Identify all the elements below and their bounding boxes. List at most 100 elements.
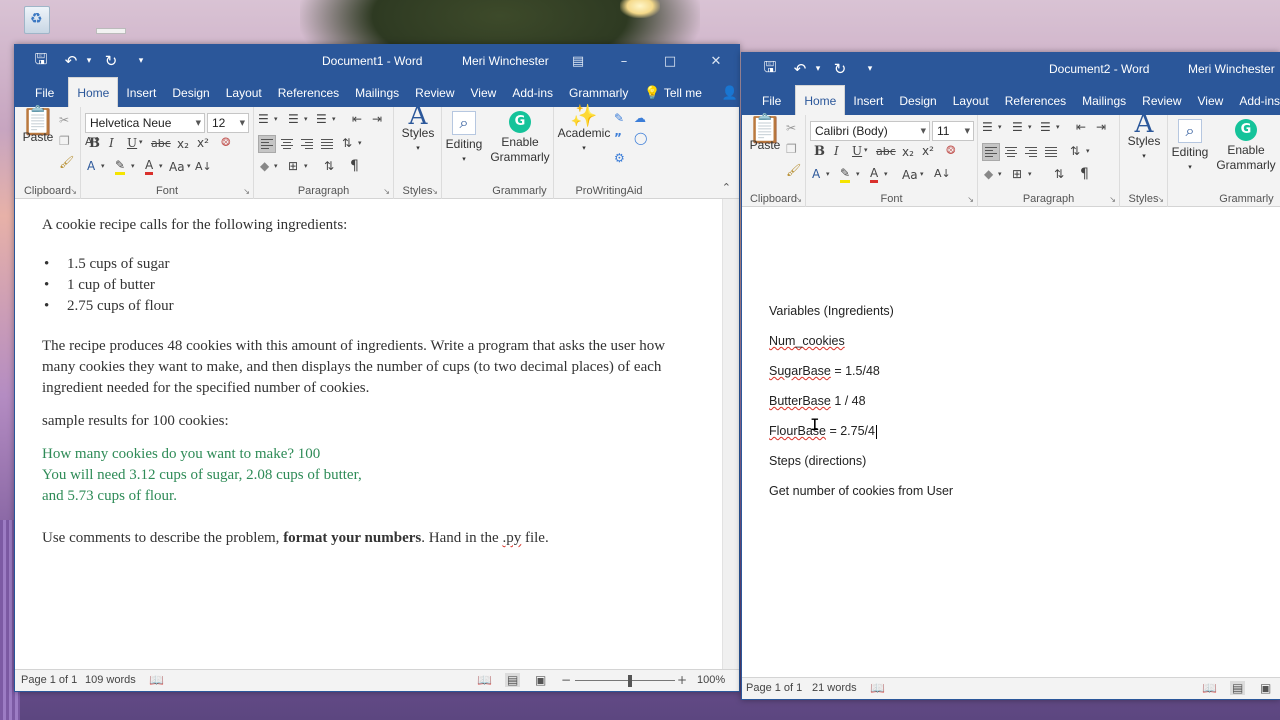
numbering-dropdown-icon[interactable]: ▾ (304, 115, 308, 123)
pilcrow-icon[interactable]: ¶ (350, 158, 359, 174)
minimize-button[interactable]: – (601, 45, 647, 77)
increase-indent-icon[interactable]: ⇥ (1096, 120, 1106, 134)
multilevel-list-icon[interactable]: ☰ (1040, 120, 1051, 134)
tab-add-ins[interactable]: Add-ins (1231, 87, 1280, 115)
highlight-icon[interactable]: ✎ (840, 167, 851, 183)
tab-references[interactable]: References (270, 79, 347, 107)
numbering-dropdown-icon[interactable]: ▾ (1028, 123, 1032, 131)
zoom-level[interactable]: 100% (697, 674, 725, 686)
tab-mailings[interactable]: Mailings (347, 79, 407, 107)
vertical-scrollbar[interactable] (722, 199, 739, 669)
proofing-icon[interactable]: 📖 (870, 681, 885, 695)
styles-button[interactable]: A Styles ▾ (398, 103, 438, 156)
word-count[interactable]: 21 words (812, 682, 857, 694)
tab-insert[interactable]: Insert (118, 79, 164, 107)
page-count[interactable]: Page 1 of 1 (21, 674, 77, 686)
multilevel-dropdown-icon[interactable]: ▾ (332, 115, 336, 123)
customize-qat-icon[interactable]: ▾ (864, 57, 876, 81)
tab-references[interactable]: References (997, 87, 1074, 115)
cut-icon[interactable]: ✂ (786, 121, 796, 135)
paragraph-launcher-icon[interactable]: ↘ (1109, 195, 1116, 204)
clear-formatting-icon[interactable]: ⨷ (946, 143, 956, 158)
line-spacing-dropdown-icon[interactable]: ▾ (1086, 147, 1090, 155)
format-painter-icon[interactable]: 🖌 (59, 155, 74, 169)
align-left-button[interactable] (258, 135, 276, 153)
sort-icon[interactable]: ⇅ (1054, 167, 1064, 181)
tab-design[interactable]: Design (164, 79, 217, 107)
shading-icon[interactable]: ◆ (260, 159, 269, 173)
align-center-button[interactable] (278, 135, 296, 153)
bold-icon[interactable]: B (814, 144, 825, 159)
justify-button[interactable] (318, 135, 336, 153)
clipboard-launcher-icon[interactable]: ↘ (795, 195, 802, 204)
superscript-icon[interactable]: x² (197, 136, 209, 150)
tab-add-ins[interactable]: Add-ins (504, 79, 561, 107)
save-icon[interactable]: 🖫 (31, 49, 51, 73)
align-center-button[interactable] (1002, 143, 1020, 161)
styles-button[interactable]: A Styles ▾ (1124, 111, 1164, 164)
zoom-slider-track[interactable] (575, 680, 675, 681)
tab-grammarly[interactable]: Grammarly (561, 79, 636, 107)
align-left-button[interactable] (982, 143, 1000, 161)
editing-button[interactable]: ⌕ Editing ▾ (1168, 119, 1212, 175)
font-size-combo[interactable]: 12 ▼ (207, 113, 249, 133)
tab-mailings[interactable]: Mailings (1074, 87, 1134, 115)
editing-button[interactable]: ⌕ Editing ▾ (442, 111, 486, 167)
word-count[interactable]: 109 words (85, 674, 136, 686)
font-color-icon[interactable]: A (870, 167, 879, 183)
redo-icon[interactable]: ↻ (101, 49, 121, 73)
borders-dropdown-icon[interactable]: ▾ (304, 162, 308, 170)
enable-grammarly-button[interactable]: G Enable Grammarly (1214, 119, 1278, 173)
web-layout-icon[interactable]: ▣ (535, 673, 546, 687)
line-spacing-icon[interactable]: ⇅ (1070, 144, 1080, 158)
paste-button[interactable]: 📋 Paste (746, 115, 784, 153)
text-effects-icon[interactable]: A (812, 167, 820, 181)
numbering-icon[interactable]: ☰ (1012, 120, 1023, 134)
tab-home[interactable]: Home (795, 85, 846, 115)
shading-dropdown-icon[interactable]: ▾ (274, 162, 278, 170)
font-color-icon[interactable]: A (145, 159, 154, 175)
collapse-ribbon-icon[interactable]: ⌃ (722, 181, 731, 194)
font-launcher-icon[interactable]: ↘ (967, 195, 974, 204)
user-name[interactable]: Meri Winchester (462, 54, 549, 68)
enable-grammarly-button[interactable]: G Enable Grammarly (488, 111, 552, 165)
increase-indent-icon[interactable]: ⇥ (372, 112, 382, 126)
academic-button[interactable]: ✨ Academic ▾ (556, 106, 612, 156)
page-count[interactable]: Page 1 of 1 (746, 682, 802, 694)
numbering-icon[interactable]: ☰ (288, 112, 299, 126)
font-name-combo[interactable]: Calibri (Body) ▼ (810, 121, 930, 141)
word-window-document1[interactable]: 🖫 ↶ ▾ ↻ ▾ Document1 - Word Meri Winchest… (14, 44, 740, 692)
highlight-dropdown-icon[interactable]: ▾ (131, 162, 135, 170)
tab-file[interactable]: File (23, 79, 68, 107)
superscript-icon[interactable]: x² (922, 144, 934, 158)
justify-button[interactable] (1042, 143, 1060, 161)
styles-launcher-icon[interactable]: ↘ (1157, 195, 1164, 204)
font-name-combo[interactable]: Helvetica Neue ▼ (85, 113, 205, 133)
copy-icon[interactable]: ❐ (786, 142, 797, 156)
document-body[interactable]: A cookie recipe calls for the following … (42, 215, 692, 549)
clear-formatting-icon[interactable]: ⨷ (221, 135, 231, 150)
document-canvas[interactable]: A cookie recipe calls for the following … (15, 199, 722, 669)
tab-file[interactable]: File (750, 87, 795, 115)
bullets-icon[interactable]: ☰ (982, 120, 993, 134)
tell-me-search[interactable]: 💡 Tell me (636, 79, 710, 107)
align-right-button[interactable] (298, 135, 316, 153)
print-layout-icon[interactable]: ▤ (505, 673, 521, 687)
undo-icon[interactable]: ↶ (61, 49, 81, 73)
shrink-font-icon[interactable]: A↓ (934, 167, 951, 180)
highlight-icon[interactable]: ✎ (115, 159, 126, 175)
chat-icon[interactable]: ◯ (634, 131, 647, 145)
align-right-button[interactable] (1022, 143, 1040, 161)
font-size-combo[interactable]: 11 ▼ (932, 121, 974, 141)
sort-icon[interactable]: ⇅ (324, 159, 334, 173)
ribbon-display-options-icon[interactable]: ▤ (555, 45, 601, 77)
multilevel-list-icon[interactable]: ☰ (316, 112, 327, 126)
read-mode-icon[interactable]: 📖 (1202, 681, 1217, 695)
web-layout-icon[interactable]: ▣ (1260, 681, 1271, 695)
share-icon[interactable]: 👤 (714, 79, 739, 107)
tab-view[interactable]: View (463, 79, 505, 107)
borders-icon[interactable]: ⊞ (288, 159, 298, 173)
styles-launcher-icon[interactable]: ↘ (431, 187, 438, 196)
close-button[interactable]: ✕ (693, 45, 739, 77)
cut-icon[interactable]: ✂ (59, 113, 69, 127)
